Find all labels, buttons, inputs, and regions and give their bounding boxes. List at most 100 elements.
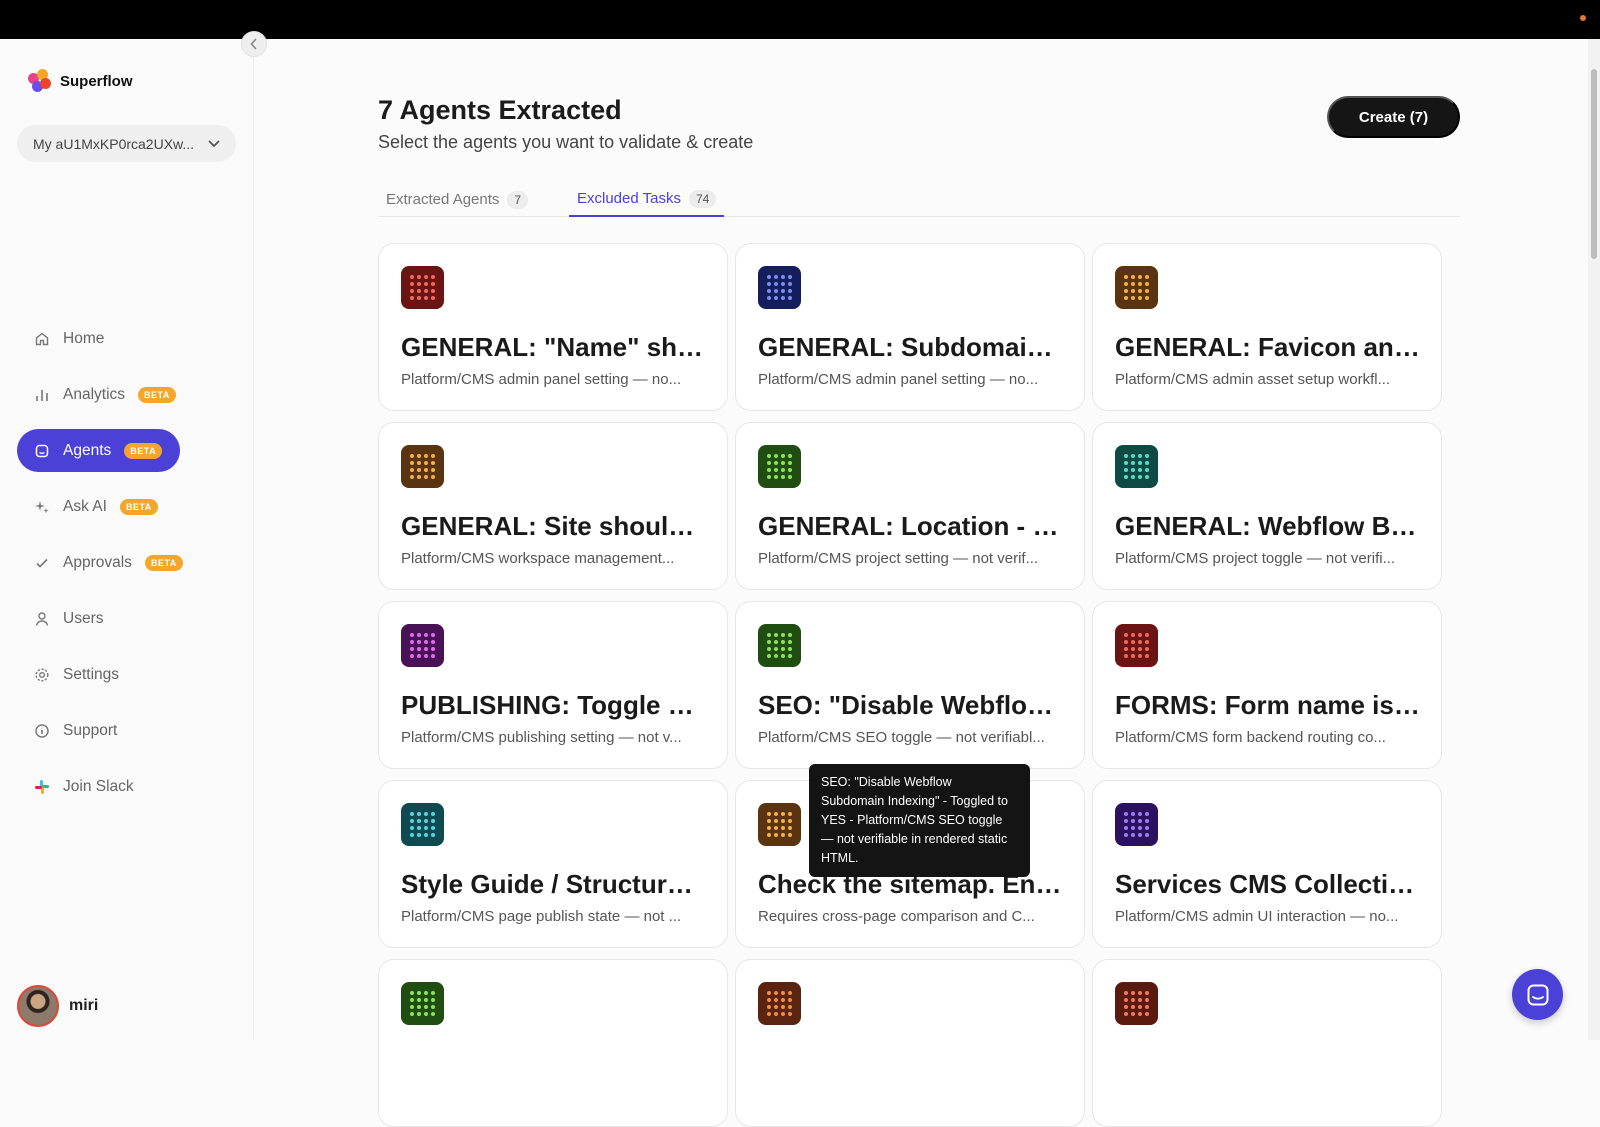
- card-description: Platform/CMS page publish state — not ..…: [401, 908, 682, 925]
- task-card[interactable]: [735, 959, 1085, 1127]
- card-title: GENERAL: Subdomain s...: [758, 332, 1064, 362]
- sidebar-item-label: Settings: [63, 665, 120, 683]
- card-description: Platform/CMS project toggle — not verifi…: [1115, 550, 1396, 567]
- sidebar-item-home[interactable]: Home: [17, 317, 122, 360]
- bar-chart-icon: [34, 387, 50, 403]
- card-title: PUBLISHING: Toggle all "...: [401, 690, 707, 720]
- task-card[interactable]: Style Guide / Structure ... Platform/CMS …: [378, 780, 728, 948]
- top-bar: [0, 0, 1600, 39]
- agent-grid-icon: [401, 982, 444, 1025]
- sidebar-item-label: Users: [63, 609, 104, 627]
- task-card[interactable]: GENERAL: Subdomain s... Platform/CMS admi…: [735, 243, 1085, 411]
- task-card[interactable]: [1092, 959, 1442, 1127]
- user-icon: [34, 611, 50, 627]
- agent-grid-icon: [1115, 624, 1158, 667]
- workspace-label: My aU1MxKP0rca2UXw...: [33, 135, 195, 152]
- create-button[interactable]: Create (7): [1327, 96, 1460, 138]
- text-cursor-icon: I: [883, 700, 888, 717]
- sidebar-item-settings[interactable]: Settings: [17, 653, 137, 696]
- sidebar-nav: Home Analytics BETA Agents BETA Ask AI BETA App…: [17, 317, 239, 821]
- status-dot: [1580, 15, 1586, 21]
- avatar: [17, 985, 59, 1027]
- task-card[interactable]: SEO: "Disable Webflow ... Platform/CMS SE…: [735, 601, 1085, 769]
- beta-badge: BETA: [124, 442, 163, 459]
- card-description: Platform/CMS project setting — not verif…: [758, 550, 1039, 567]
- sidebar-item-support[interactable]: Support: [17, 709, 135, 752]
- agent-grid-icon: [758, 982, 801, 1025]
- card-description: Platform/CMS form backend routing co...: [1115, 729, 1386, 746]
- chat-launcher-button[interactable]: [1512, 969, 1563, 1020]
- user-name: miri: [69, 997, 99, 1014]
- agent-icon: [34, 443, 50, 459]
- card-title: SEO: "Disable Webflow ...: [758, 690, 1064, 720]
- task-card[interactable]: GENERAL: Favicon and ... Platform/CMS adm…: [1092, 243, 1442, 411]
- card-title: GENERAL: Site should b...: [401, 511, 707, 541]
- home-icon: [34, 331, 50, 347]
- chat-icon: [1527, 984, 1548, 1005]
- beta-badge: BETA: [138, 386, 176, 403]
- sidebar-item-users[interactable]: Users: [17, 597, 121, 640]
- tab-bar: Extracted Agents 7 Excluded Tasks 74: [378, 182, 1460, 217]
- info-icon: [34, 723, 50, 739]
- brand-logo-icon: [28, 69, 52, 93]
- agent-grid-icon: [401, 624, 444, 667]
- card-title: GENERAL: Webflow Bran...: [1115, 511, 1421, 541]
- task-card[interactable]: [378, 959, 728, 1127]
- task-card[interactable]: PUBLISHING: Toggle all "... Platform/CMS …: [378, 601, 728, 769]
- agent-grid-icon: [1115, 266, 1158, 309]
- check-icon: [34, 555, 50, 571]
- task-card[interactable]: GENERAL: "Name" shoul... Platform/CMS adm…: [378, 243, 728, 411]
- beta-badge: BETA: [144, 554, 183, 571]
- sidebar-item-join-slack[interactable]: Join Slack: [17, 765, 152, 808]
- sidebar-item-label: Home: [63, 329, 105, 347]
- card-title: Services CMS Collectio...: [1115, 869, 1421, 899]
- tab-count-badge: 74: [688, 189, 717, 208]
- card-description: Platform/CMS publishing setting — not v.…: [401, 729, 682, 746]
- workspace-selector[interactable]: My aU1MxKP0rca2UXw...: [17, 125, 236, 162]
- tab-label: Excluded Tasks: [577, 190, 681, 207]
- card-title: GENERAL: "Name" shoul...: [401, 332, 707, 362]
- agent-grid-icon: [401, 803, 444, 846]
- card-title: Style Guide / Structure ...: [401, 869, 707, 899]
- sparkle-icon: [34, 499, 50, 515]
- card-title: GENERAL: Location - Set...: [758, 511, 1064, 541]
- task-card[interactable]: GENERAL: Site should b... Platform/CMS wo…: [378, 422, 728, 590]
- agent-grid-icon: [758, 445, 801, 488]
- page-subtitle: Select the agents you want to validate &…: [378, 132, 754, 152]
- slack-icon: [34, 779, 50, 795]
- agent-grid-icon: [1115, 445, 1158, 488]
- sidebar: Superflow My aU1MxKP0rca2UXw... Home Anal…: [0, 39, 254, 1040]
- sidebar-item-analytics[interactable]: Analytics BETA: [17, 373, 194, 416]
- sidebar-item-label: Agents: [63, 441, 112, 459]
- card-title: GENERAL: Favicon and ...: [1115, 332, 1421, 362]
- card-description: Platform/CMS admin panel setting — no...: [758, 371, 1039, 388]
- card-title: FORMS: Form name is s...: [1115, 690, 1421, 720]
- task-card[interactable]: GENERAL: Webflow Bran... Platform/CMS pro…: [1092, 422, 1442, 590]
- page-title: 7 Agents Extracted: [378, 95, 622, 125]
- sidebar-item-ask-ai[interactable]: Ask AI BETA: [17, 485, 176, 528]
- collapse-sidebar-button[interactable]: [241, 31, 267, 57]
- agent-grid-icon: [758, 803, 801, 846]
- card-description: Platform/CMS workspace management...: [401, 550, 675, 567]
- gear-icon: [34, 667, 50, 683]
- tab-count-badge: 7: [507, 190, 529, 209]
- sidebar-item-agents[interactable]: Agents BETA: [17, 429, 181, 472]
- agent-grid-icon: [1115, 982, 1158, 1025]
- sidebar-item-approvals[interactable]: Approvals BETA: [17, 541, 201, 584]
- tab-extracted-agents[interactable]: Extracted Agents 7: [378, 182, 536, 217]
- tab-label: Extracted Agents: [386, 191, 500, 208]
- beta-badge: BETA: [119, 498, 158, 515]
- sidebar-item-label: Approvals: [63, 553, 132, 571]
- tab-excluded-tasks[interactable]: Excluded Tasks 74: [569, 182, 725, 217]
- task-card[interactable]: GENERAL: Location - Set... Platform/CMS p…: [735, 422, 1085, 590]
- task-card[interactable]: FORMS: Form name is s... Platform/CMS for…: [1092, 601, 1442, 769]
- chevron-down-icon: [208, 137, 220, 151]
- page-scrollbar[interactable]: [1588, 39, 1600, 1040]
- task-card[interactable]: Services CMS Collectio... Platform/CMS ad…: [1092, 780, 1442, 948]
- sidebar-item-label: Ask AI: [63, 497, 107, 515]
- brand[interactable]: Superflow: [28, 69, 133, 93]
- agent-grid-icon: [401, 445, 444, 488]
- card-description: Requires cross-page comparison and C...: [758, 908, 1035, 925]
- user-profile[interactable]: miri: [17, 985, 98, 1027]
- scrollbar-thumb[interactable]: [1591, 69, 1597, 259]
